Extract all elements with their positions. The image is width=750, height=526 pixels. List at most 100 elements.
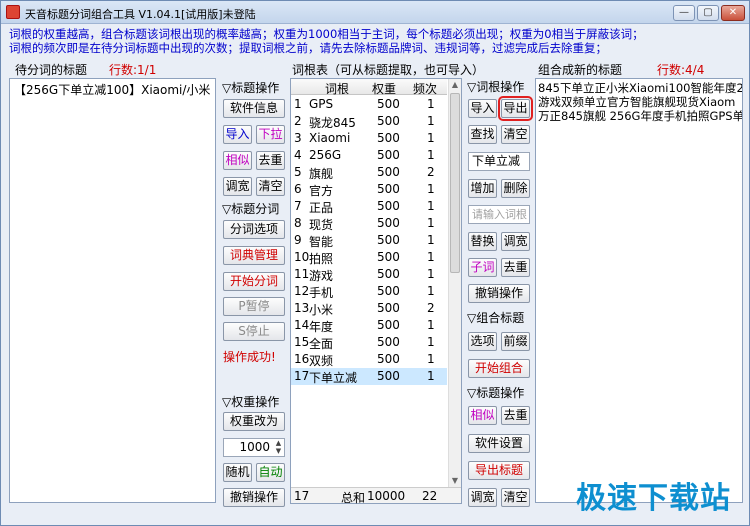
adjust-width-words-button[interactable]: 调宽 <box>501 232 530 251</box>
header-weight[interactable]: 权重 <box>365 80 403 97</box>
auto-weight-button[interactable]: 自动 <box>256 463 285 482</box>
adjust-width-titles-button[interactable]: 调宽 <box>223 177 252 196</box>
row-weight[interactable]: 500 <box>377 369 400 383</box>
table-row[interactable]: 17 下单立减 500 1 <box>291 368 447 385</box>
source-titles-textarea[interactable]: 【256G下单立减100】Xiaomi/小米 小 <box>9 78 216 503</box>
table-row[interactable]: 5 旗舰 500 2 <box>291 164 447 181</box>
replace-word-button[interactable]: 替换 <box>468 232 497 251</box>
row-word[interactable]: 拍照 <box>309 250 333 267</box>
clear-words-button[interactable]: 清空 <box>501 125 530 144</box>
row-freq[interactable]: 1 <box>427 199 435 213</box>
row-word[interactable]: 全面 <box>309 335 333 352</box>
row-word[interactable]: 骁龙845 <box>309 114 356 131</box>
row-freq[interactable]: 1 <box>427 318 435 332</box>
row-weight[interactable]: 500 <box>377 148 400 162</box>
selected-word-field[interactable]: 下单立减 <box>468 152 530 171</box>
row-freq[interactable]: 1 <box>427 284 435 298</box>
word-table-scrollbar[interactable]: ▲ ▼ <box>448 79 461 489</box>
adjust-width-results-button[interactable]: 调宽 <box>468 488 497 507</box>
export-titles-button[interactable]: 导出标题 <box>468 461 530 480</box>
maximize-button[interactable]: ▢ <box>697 5 719 21</box>
table-row[interactable]: 1 GPS 500 1 <box>291 96 447 113</box>
table-row[interactable]: 4 256G 500 1 <box>291 147 447 164</box>
table-row[interactable]: 3 Xiaomi 500 1 <box>291 130 447 147</box>
row-word[interactable]: 手机 <box>309 284 333 301</box>
row-weight[interactable]: 500 <box>377 267 400 281</box>
pause-button[interactable]: P暂停 <box>223 297 285 316</box>
table-row[interactable]: 13 小米 500 2 <box>291 300 447 317</box>
row-weight[interactable]: 500 <box>377 182 400 196</box>
undo-weight-button[interactable]: 撤销操作 <box>223 488 285 507</box>
clear-results-button[interactable]: 清空 <box>501 488 530 507</box>
header-freq[interactable]: 频次 <box>403 80 447 97</box>
row-freq[interactable]: 1 <box>427 131 435 145</box>
add-word-button[interactable]: 增加 <box>468 179 497 198</box>
header-word[interactable]: 词根 <box>309 80 365 97</box>
row-freq[interactable]: 1 <box>427 335 435 349</box>
row-freq[interactable]: 1 <box>427 182 435 196</box>
row-weight[interactable]: 500 <box>377 318 400 332</box>
table-row[interactable]: 2 骁龙845 500 1 <box>291 113 447 130</box>
word-input[interactable]: 请输入词根 <box>468 205 530 224</box>
minimize-button[interactable]: — <box>673 5 695 21</box>
import-words-button[interactable]: 导入 <box>468 99 497 118</box>
dropdown-titles-button[interactable]: 下拉 <box>256 125 285 144</box>
software-info-button[interactable]: 软件信息 <box>223 99 285 118</box>
row-freq[interactable]: 1 <box>427 97 435 111</box>
row-weight[interactable]: 500 <box>377 301 400 315</box>
find-word-button[interactable]: 查找 <box>468 125 497 144</box>
row-word[interactable]: 游戏 <box>309 267 333 284</box>
row-word[interactable]: 双频 <box>309 352 333 369</box>
change-weight-button[interactable]: 权重改为 <box>223 412 285 431</box>
row-freq[interactable]: 1 <box>427 148 435 162</box>
row-word[interactable]: 正品 <box>309 199 333 216</box>
row-weight[interactable]: 500 <box>377 97 400 111</box>
scroll-thumb[interactable] <box>450 93 460 273</box>
row-weight[interactable]: 500 <box>377 114 400 128</box>
row-word[interactable]: 官方 <box>309 182 333 199</box>
row-word[interactable]: 小米 <box>309 301 333 318</box>
table-row[interactable]: 15 全面 500 1 <box>291 334 447 351</box>
weight-spinner-arrows-icon[interactable]: ▲ ▼ <box>273 439 284 456</box>
row-word[interactable]: Xiaomi <box>309 131 350 145</box>
start-segment-button[interactable]: 开始分词 <box>223 272 285 291</box>
row-weight[interactable]: 500 <box>377 250 400 264</box>
scroll-up-icon[interactable]: ▲ <box>449 79 461 91</box>
table-row[interactable]: 16 双频 500 1 <box>291 351 447 368</box>
dedupe-titles-button[interactable]: 去重 <box>256 151 285 170</box>
random-weight-button[interactable]: 随机 <box>223 463 252 482</box>
dedupe-results-button[interactable]: 去重 <box>501 406 530 425</box>
prefix-button[interactable]: 前缀 <box>501 332 530 351</box>
result-titles-textarea[interactable]: 845下单立正小米Xiaomi100智能年度2 游戏双频单立官方智能旗舰现货Xi… <box>535 78 743 503</box>
row-freq[interactable]: 2 <box>427 165 435 179</box>
export-words-button[interactable]: 导出 <box>498 96 533 121</box>
table-row[interactable]: 11 游戏 500 1 <box>291 266 447 283</box>
row-freq[interactable]: 1 <box>427 216 435 230</box>
similar-results-button[interactable]: 相似 <box>468 406 497 425</box>
delete-word-button[interactable]: 删除 <box>501 179 530 198</box>
row-weight[interactable]: 500 <box>377 352 400 366</box>
table-row[interactable]: 6 官方 500 1 <box>291 181 447 198</box>
row-word[interactable]: 年度 <box>309 318 333 335</box>
row-word[interactable]: 智能 <box>309 233 333 250</box>
row-word[interactable]: 旗舰 <box>309 165 333 182</box>
start-combine-button[interactable]: 开始组合 <box>468 359 530 378</box>
table-row[interactable]: 8 现货 500 1 <box>291 215 447 232</box>
row-word[interactable]: 下单立减 <box>309 369 357 386</box>
dict-manage-button[interactable]: 词典管理 <box>223 246 285 265</box>
table-row[interactable]: 14 年度 500 1 <box>291 317 447 334</box>
table-row[interactable]: 7 正品 500 1 <box>291 198 447 215</box>
row-freq[interactable]: 1 <box>427 233 435 247</box>
stop-button[interactable]: S停止 <box>223 322 285 341</box>
segment-options-button[interactable]: 分词选项 <box>223 220 285 239</box>
row-weight[interactable]: 500 <box>377 216 400 230</box>
combine-options-button[interactable]: 选项 <box>468 332 497 351</box>
table-row[interactable]: 9 智能 500 1 <box>291 232 447 249</box>
close-button[interactable]: ✕ <box>721 5 745 21</box>
row-freq[interactable]: 2 <box>427 301 435 315</box>
row-weight[interactable]: 500 <box>377 131 400 145</box>
row-weight[interactable]: 500 <box>377 199 400 213</box>
row-word[interactable]: GPS <box>309 97 333 111</box>
row-freq[interactable]: 1 <box>427 114 435 128</box>
dedupe-words-button[interactable]: 去重 <box>501 258 530 277</box>
